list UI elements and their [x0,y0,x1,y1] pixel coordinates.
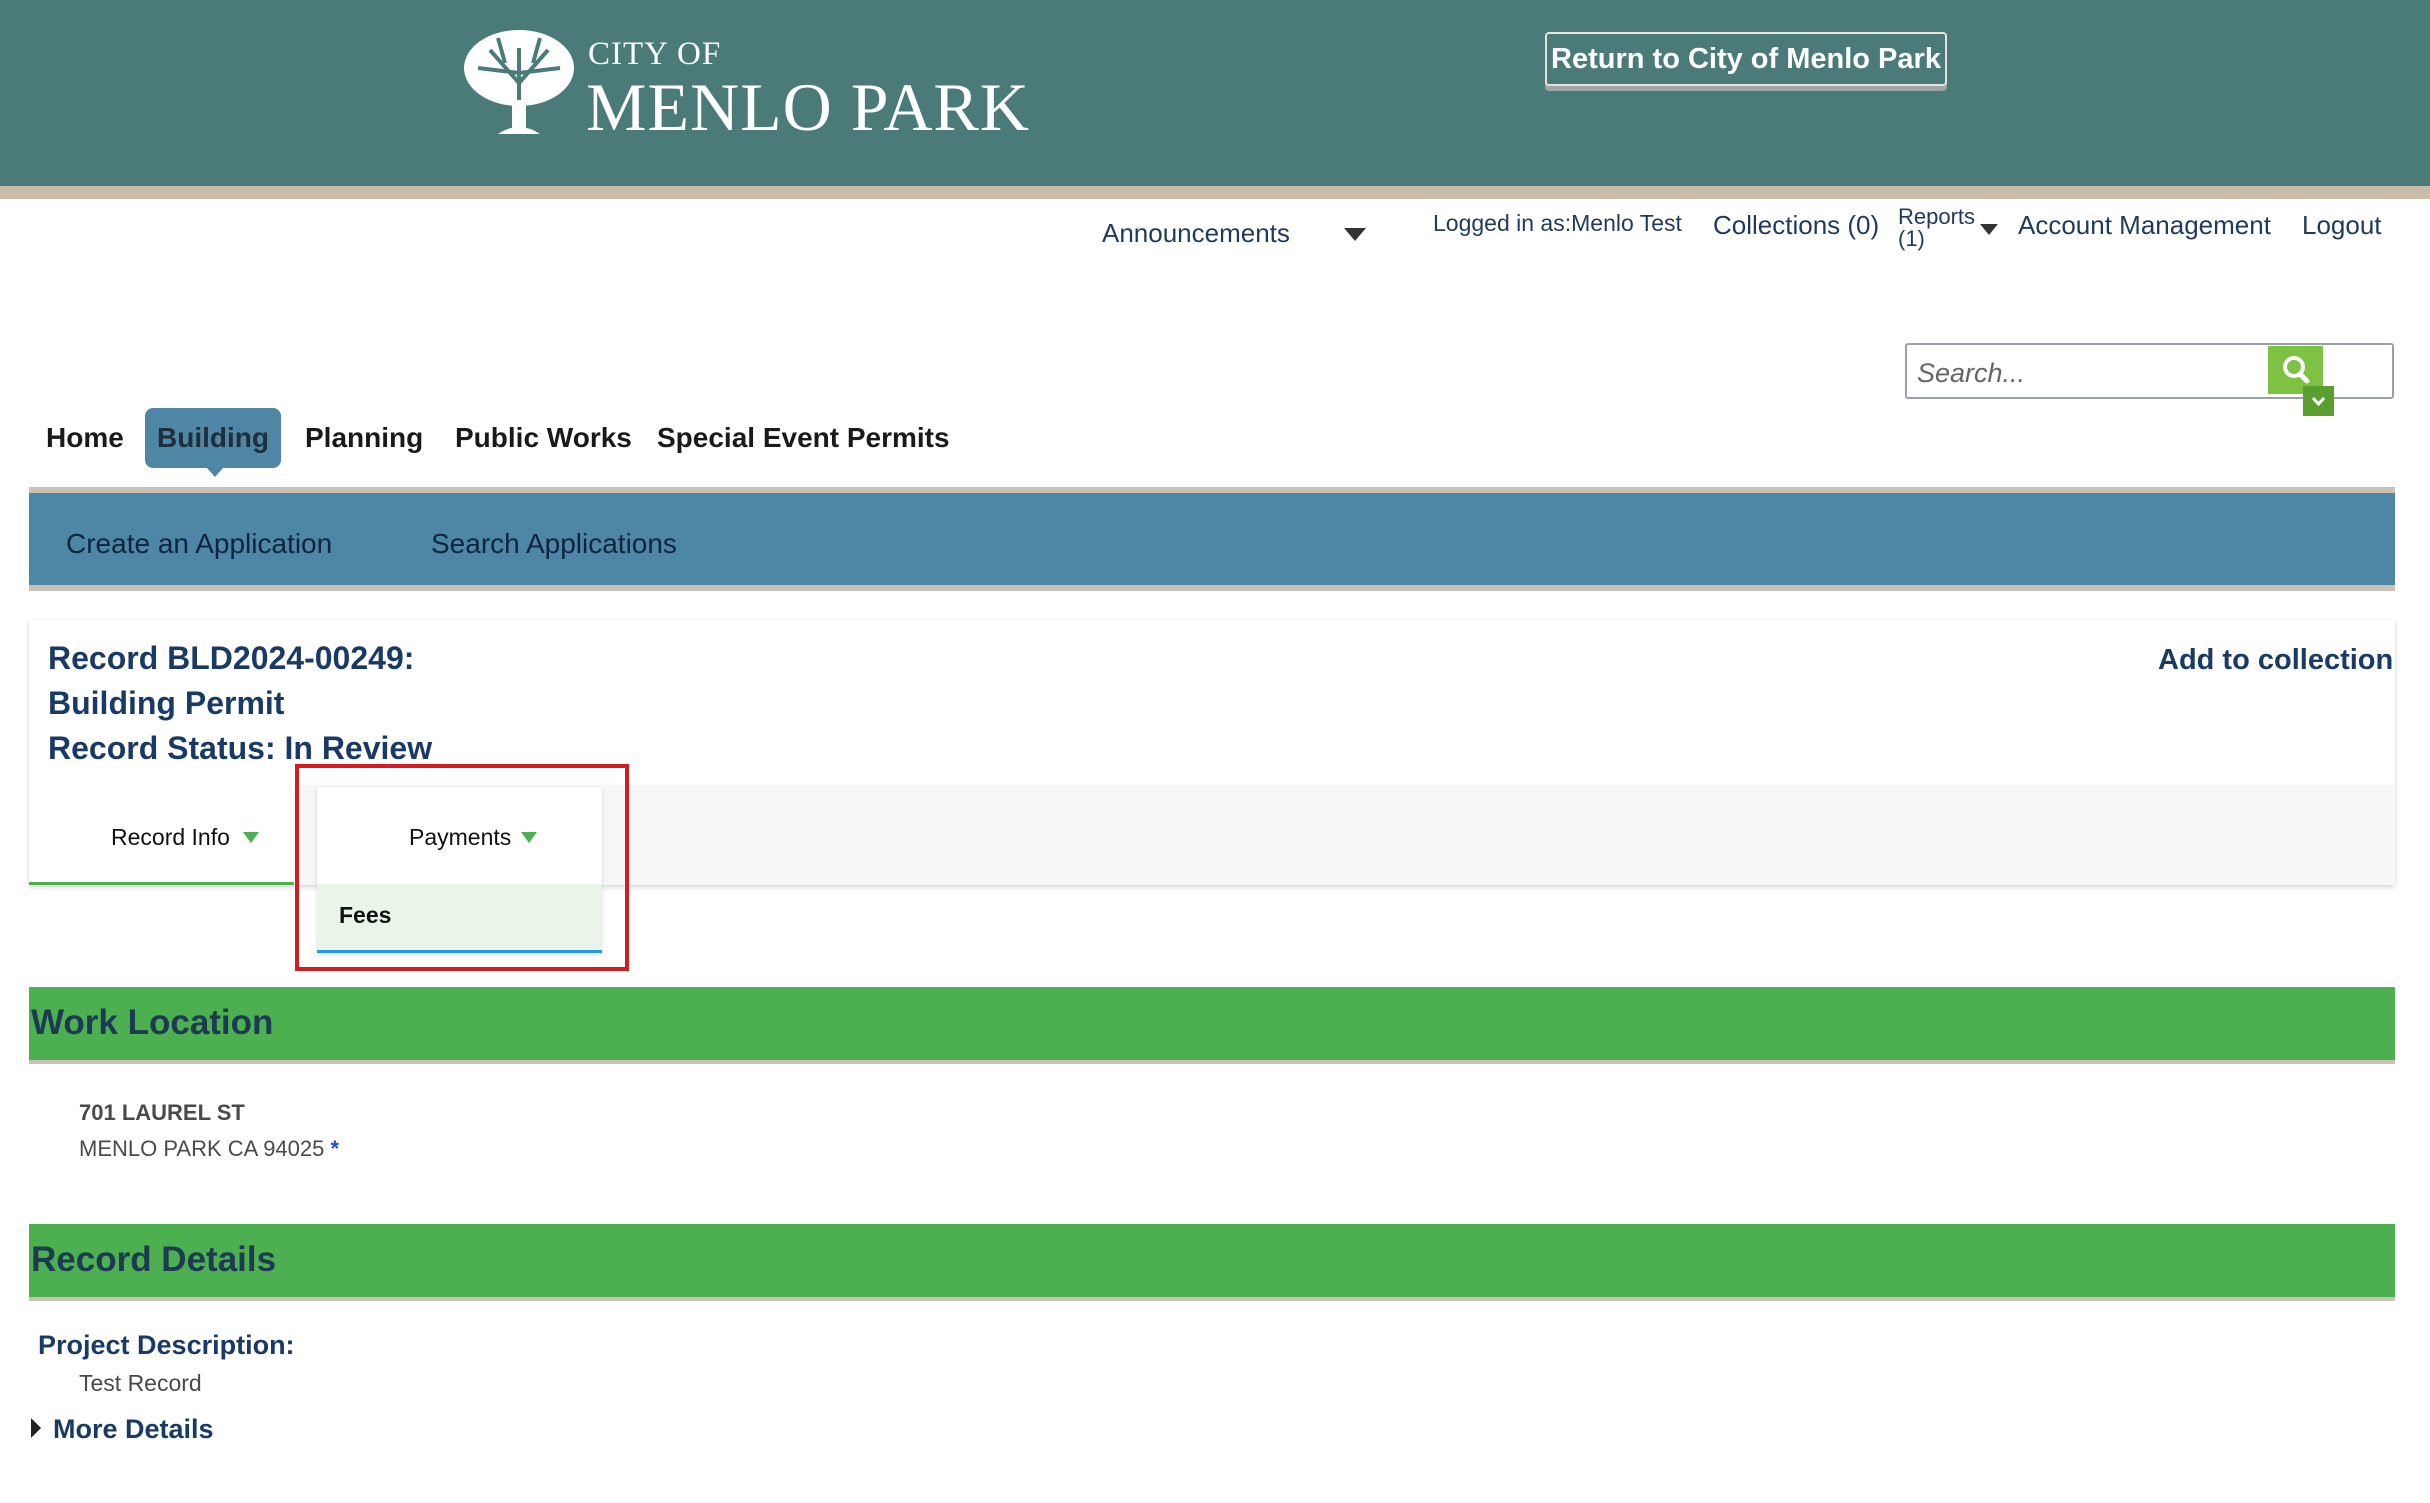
expand-arrow-icon[interactable] [31,1418,41,1438]
record-type: Building Permit [48,685,285,721]
tab-home[interactable]: Home [46,408,124,468]
oak-tree-icon [464,30,574,134]
search-options-button[interactable] [2303,386,2334,416]
work-location-section-bar [29,987,2395,1064]
record-number: Record BLD2024-00249: [48,640,415,676]
tab-planning[interactable]: Planning [305,408,423,468]
project-description-label: Project Description: [38,1330,295,1360]
city-logo[interactable]: CITY OF MENLO PARK [460,28,1029,148]
header-divider [0,186,2430,199]
active-tab-caret [206,467,224,477]
chevron-down-icon [2311,396,2326,407]
return-to-city-button[interactable]: Return to City of Menlo Park [1545,32,1947,86]
reports-dropdown-icon[interactable] [1980,224,1998,235]
logout-link[interactable]: Logout [2302,210,2382,241]
logged-in-user-text: Logged in as:Menlo Test [1433,210,1682,236]
search-input[interactable] [1915,355,2249,391]
account-management-link[interactable]: Account Management [2018,210,2271,241]
announcements-dropdown-icon[interactable] [1344,228,1366,241]
record-details-section-bar [29,1224,2395,1301]
tab-special-event-permits[interactable]: Special Event Permits [657,408,950,468]
reports-label: Reports [1898,204,1976,229]
reports-count: (1) [1898,226,1925,251]
search-applications-link[interactable]: Search Applications [431,528,677,560]
announcements-link[interactable]: Announcements [1102,218,1290,249]
logo-menlo-park-text: MENLO PARK [586,69,1030,145]
address-city-state-zip: MENLO PARK CA 94025 [79,1136,325,1161]
project-description-value: Test Record [79,1370,202,1396]
tab-building[interactable]: Building [145,408,281,468]
highlight-annotation-box [295,764,629,971]
create-application-link[interactable]: Create an Application [66,528,332,560]
reports-link[interactable]: Reports (1) [1898,206,1975,250]
record-details-heading: Record Details [31,1240,277,1279]
record-info-label: Record Info [111,824,230,850]
site-header [0,0,2430,186]
record-status: Record Status: In Review [48,730,433,766]
add-to-collection-link[interactable]: Add to collection [2158,644,2393,677]
more-details-link[interactable]: More Details [53,1414,214,1445]
record-info-dropdown-icon[interactable] [243,832,259,843]
address-line-2: MENLO PARK CA 94025 * [79,1136,339,1162]
primary-address-marker: * [330,1136,340,1161]
building-subnav [29,493,2395,585]
tab-public-works[interactable]: Public Works [455,408,632,468]
address-line-1: 701 LAUREL ST [79,1100,245,1125]
work-location-heading: Work Location [31,1003,274,1042]
collections-link[interactable]: Collections (0) [1713,210,1879,241]
subnav-bottom-border [29,585,2395,591]
